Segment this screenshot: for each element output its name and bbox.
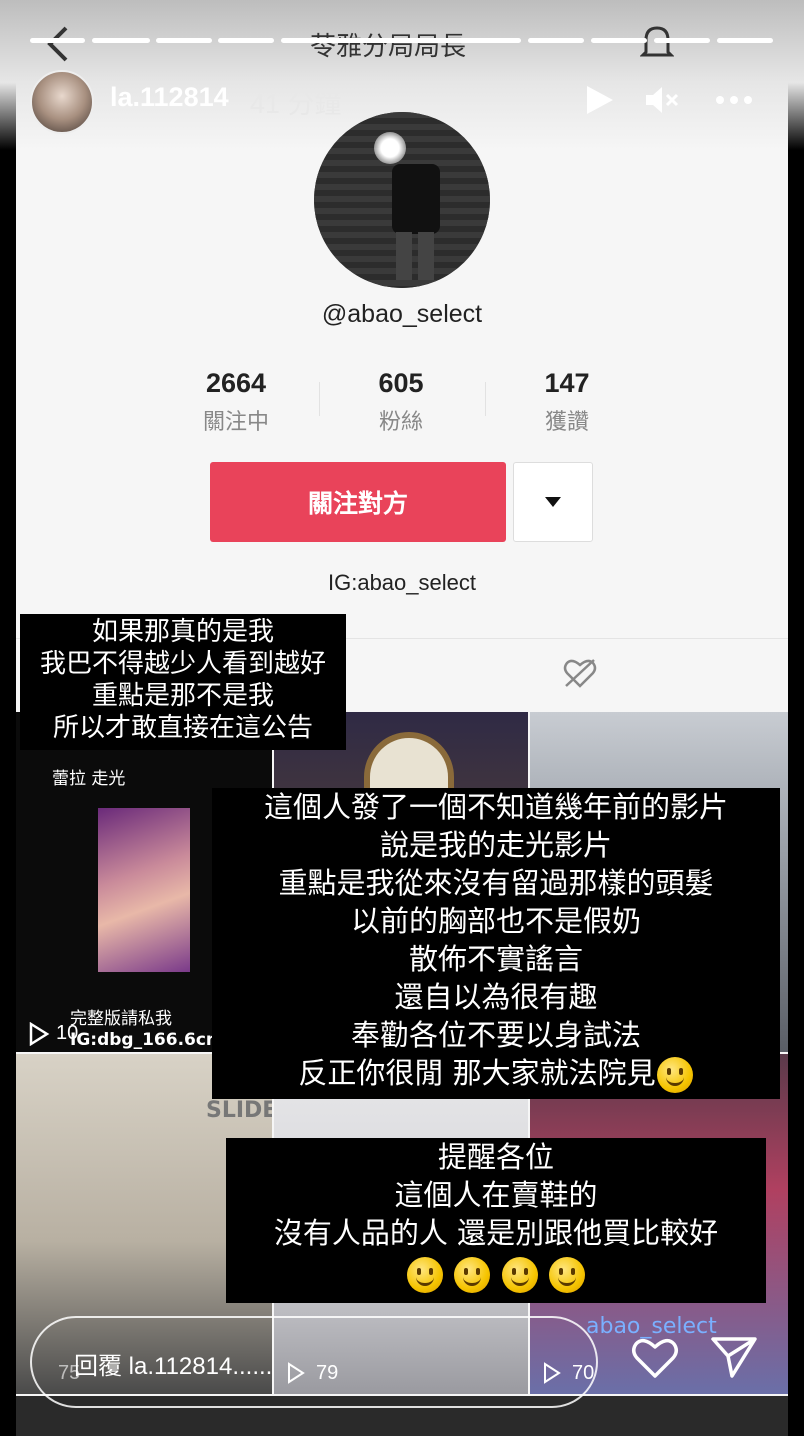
back-icon [47,26,68,62]
progress-segment [281,38,521,43]
progress-segment [654,38,710,43]
smile-emoji [454,1257,491,1293]
thumb-caption: 蕾拉 走光 [52,769,126,789]
progress-segment [528,38,584,43]
progress-segment [92,38,150,43]
overlay-line-with-emoji: 反正你很閒 那大家就法院見 [212,1054,780,1093]
progress-segment [717,38,773,43]
following-label: 關注中 [202,410,269,435]
grin-emoji [656,1057,693,1093]
smile-emoji [548,1257,585,1293]
story-username[interactable]: la.112814 [110,82,229,113]
smile-emoji [501,1257,538,1293]
overlay-text-box-2: 這個人發了一個不知道幾年前的影片 說是我的走光影片 重點是我從來沒有留過那樣的頭… [212,788,780,1099]
profile-bio: IG:abao_select [328,570,476,595]
play-count: 10 [56,1022,79,1044]
followers-count[interactable]: 605 [321,368,481,399]
thumb-footer: 完整版請私我 [70,1009,172,1029]
suggestions-dropdown-button[interactable] [513,462,593,542]
liked-hidden-icon[interactable] [562,656,598,690]
overlay-line: 以前的胸部也不是假奶 [350,904,641,938]
overlay-line: 如果那真的是我 [91,617,274,647]
thumb-slide-text: SLIDE [206,1098,272,1123]
likes-count: 147 [544,368,590,398]
follow-button[interactable]: 關注對方 [210,462,506,542]
overlay-line: 提醒各位 [437,1140,554,1174]
thumb-footer-ig: IG:dbg_166.6cm [70,1030,224,1050]
overlay-line: 沒有人品的人 還是別跟他買比較好 [273,1216,719,1250]
progress-segment [30,38,85,43]
overlay-line: 奉勸各位不要以身試法 [350,1018,641,1052]
stat-divider [485,382,486,416]
overlay-line: 還自以為很有趣 [394,980,598,1014]
overlay-text-box-3: 提醒各位 這個人在賣鞋的 沒有人品的人 還是別跟他買比較好 [226,1138,766,1303]
play-count-icon [29,1022,50,1046]
stat-divider [319,382,320,416]
avatar[interactable] [30,70,94,134]
likes-label: 獲讚 [544,410,589,435]
thumb-image [98,808,190,972]
profile-photo [314,112,490,288]
smile-emoji [407,1257,444,1293]
progress-segment [218,38,274,43]
following-count[interactable]: 2664 [156,368,316,399]
progress-segment [156,38,212,43]
overlay-line: 重點是我從來沒有留過那樣的頭髮 [278,866,714,900]
emoji-row [226,1252,766,1293]
overlay-line: 散佈不實謠言 [408,942,583,976]
overlay-line: 這個人發了一個不知道幾年前的影片 [263,790,728,824]
overlay-line: 我巴不得越少人看到越好 [39,649,326,679]
overlay-line: 這個人在賣鞋的 [394,1178,598,1212]
overlay-line: 說是我的走光影片 [379,828,612,862]
more-icon[interactable] [714,84,754,116]
send-icon[interactable] [710,1334,758,1380]
profile-handle: @abao_select [321,300,483,328]
background-title: 苓雅分局局長 [310,32,467,62]
overlay-line: 所以才敢直接在這公告 [52,713,313,743]
caret-down-icon [545,497,561,507]
overlay-line: 重點是那不是我 [91,681,274,711]
overlay-line: 反正你很閒 那大家就法院見 [298,1056,656,1090]
overlay-text-box-1: 如果那真的是我 我巴不得越少人看到越好 重點是那不是我 所以才敢直接在這公告 [20,614,346,750]
followers-label: 粉絲 [378,410,423,435]
reply-placeholder: 回覆 la.112814...... [74,1353,273,1380]
progress-segment [591,38,647,43]
play-icon[interactable] [583,84,615,116]
mute-icon[interactable] [644,84,680,116]
heart-icon[interactable] [630,1334,680,1380]
